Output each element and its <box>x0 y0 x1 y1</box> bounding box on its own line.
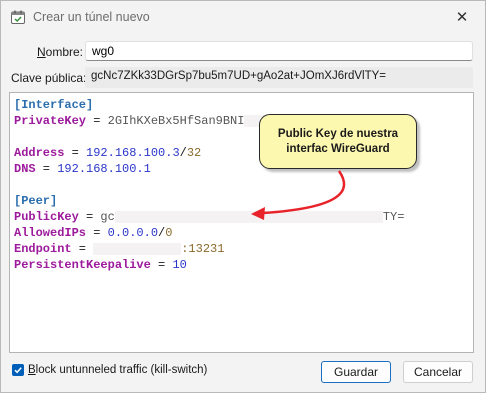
allowedips-ip: 0.0.0.0 <box>107 226 159 240</box>
publickey-key: PublicKey <box>14 210 79 224</box>
address-ip: 192.168.100.3 <box>86 146 180 160</box>
callout-text: Public Key de nuestra interfac WireGuard <box>277 127 399 155</box>
allowedips-line: AllowedIPs = 0.0.0.0/0 <box>14 226 173 240</box>
name-input[interactable] <box>85 41 473 61</box>
calendar-check-icon <box>10 9 26 25</box>
killswitch-label[interactable]: Block untunneled traffic (kill-switch) <box>28 364 207 376</box>
publickey-line: PublicKey = gc TY= <box>14 210 405 224</box>
close-button[interactable]: ✕ <box>439 1 485 33</box>
killswitch-row[interactable]: Block untunneled traffic (kill-switch) <box>12 364 207 376</box>
interface-section-line: [Interface] <box>14 97 469 113</box>
keepalive-key: PersistentKeepalive <box>14 258 151 272</box>
endpoint-line: Endpoint = :13231 <box>14 242 225 256</box>
checkmark-icon <box>14 367 22 374</box>
publickey-value-end: TY= <box>382 210 405 224</box>
interface-header: [Interface] <box>14 98 94 112</box>
privatekey-key: PrivateKey <box>14 114 87 128</box>
killswitch-accel: B <box>28 364 36 376</box>
endpoint-key: Endpoint <box>14 242 72 256</box>
dns-key: DNS <box>14 162 36 176</box>
publickey-value-start: gc <box>100 210 115 224</box>
save-button[interactable]: Guardar <box>321 361 391 383</box>
dialog-window: Crear un túnel nuevo ✕ Nombre: Clave púb… <box>0 0 486 393</box>
cancel-button[interactable]: Cancelar <box>403 361 473 383</box>
name-label: Nombre: <box>37 45 83 59</box>
allowedips-key: AllowedIPs <box>14 226 87 240</box>
killswitch-checkbox[interactable] <box>12 364 24 376</box>
address-cidr: 32 <box>186 146 202 160</box>
address-key: Address <box>14 146 65 160</box>
privatekey-value: 2GIhKXeBx5HfSan9BNI <box>107 114 245 128</box>
dns-value: 192.168.100.1 <box>57 162 151 176</box>
keepalive-value: 10 <box>172 258 187 272</box>
peer-section-line: [Peer] <box>14 193 469 209</box>
killswitch-label-text: lock untunneled traffic (kill-switch) <box>35 364 208 376</box>
allowedips-cidr: 0 <box>165 226 173 240</box>
endpoint-port: :13231 <box>181 242 225 256</box>
window-title: Crear un túnel nuevo <box>33 10 150 24</box>
redacted-region <box>114 210 383 223</box>
title-bar[interactable]: Crear un túnel nuevo ✕ <box>1 1 485 33</box>
public-key-field[interactable]: gcNc7ZKk33DGrSp7bu5m7UD+gAo2at+JOmXJ6rdV… <box>85 67 473 88</box>
name-label-accel: N <box>37 45 46 59</box>
name-label-text: ombre: <box>45 45 84 59</box>
pubkey-label: Clave pública: <box>11 71 87 85</box>
annotation-callout: Public Key de nuestra interfac WireGuard <box>259 114 417 169</box>
peer-header: [Peer] <box>14 194 58 208</box>
redacted-region <box>93 242 182 255</box>
keepalive-line: PersistentKeepalive = 10 <box>14 258 187 272</box>
close-icon: ✕ <box>455 9 469 26</box>
